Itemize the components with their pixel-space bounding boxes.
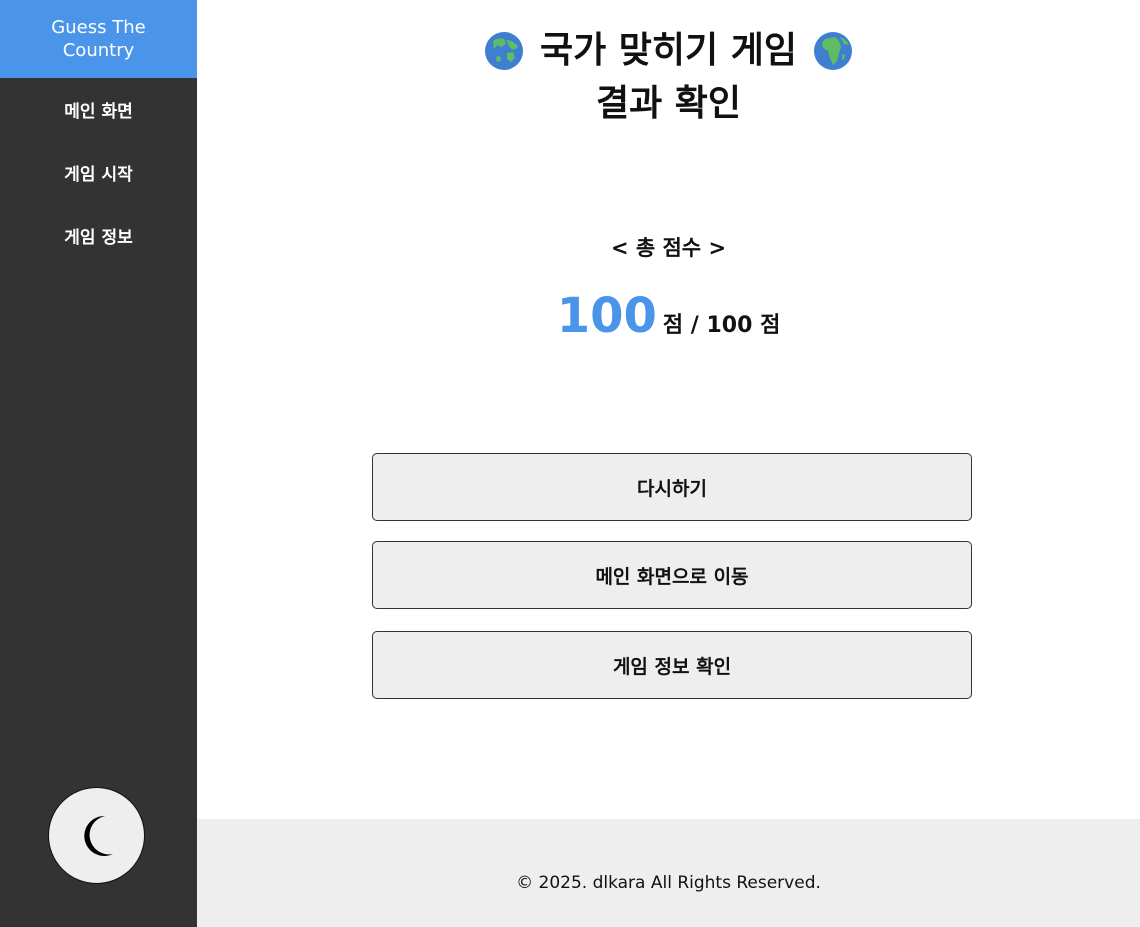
sidebar-item-label: 게임 시작 (64, 165, 133, 185)
brand-label: Guess The Country (51, 17, 146, 61)
sidebar-item-label: 게임 정보 (64, 228, 133, 248)
sidebar: Guess The Country 메인 화면 게임 시작 게임 정보 (0, 0, 197, 927)
game-info-button-label: 게임 정보 확인 (612, 655, 732, 678)
score-suffix: 점 / 100 점 (662, 313, 781, 338)
score-label: < 총 점수 > (610, 236, 727, 260)
sidebar-item-label: 메인 화면 (64, 102, 133, 122)
score-value: 100 (556, 288, 657, 344)
moon-icon (83, 815, 113, 856)
sidebar-item-start-game[interactable]: 게임 시작 (0, 141, 197, 204)
sidebar-item-main[interactable]: 메인 화면 (0, 78, 197, 141)
globe-asia-icon (485, 31, 524, 70)
copyright-text: © 2025. dlkara All Rights Reserved. (516, 873, 821, 893)
globe-africa-icon (813, 31, 852, 70)
title-line2: 결과 확인 (595, 83, 741, 124)
retry-button[interactable]: 다시하기 (372, 453, 972, 521)
go-main-button[interactable]: 메인 화면으로 이동 (372, 541, 972, 609)
game-info-button[interactable]: 게임 정보 확인 (372, 631, 972, 699)
score-display: 100 점 / 100 점 (197, 286, 1140, 346)
brand-link[interactable]: Guess The Country (0, 0, 197, 78)
page-title: 국가 맞히기 게임 결과 확인 (197, 24, 1140, 130)
sidebar-item-game-info[interactable]: 게임 정보 (0, 204, 197, 267)
footer: © 2025. dlkara All Rights Reserved. (197, 819, 1140, 927)
go-main-button-label: 메인 화면으로 이동 (595, 565, 749, 588)
main-content: 국가 맞히기 게임 결과 확인 < 총 점수 > 100 점 / 100 점 다… (197, 0, 1140, 927)
retry-button-label: 다시하기 (637, 477, 707, 500)
title-line1: 국가 맞히기 게임 (540, 30, 797, 71)
theme-toggle-button[interactable] (48, 787, 145, 884)
